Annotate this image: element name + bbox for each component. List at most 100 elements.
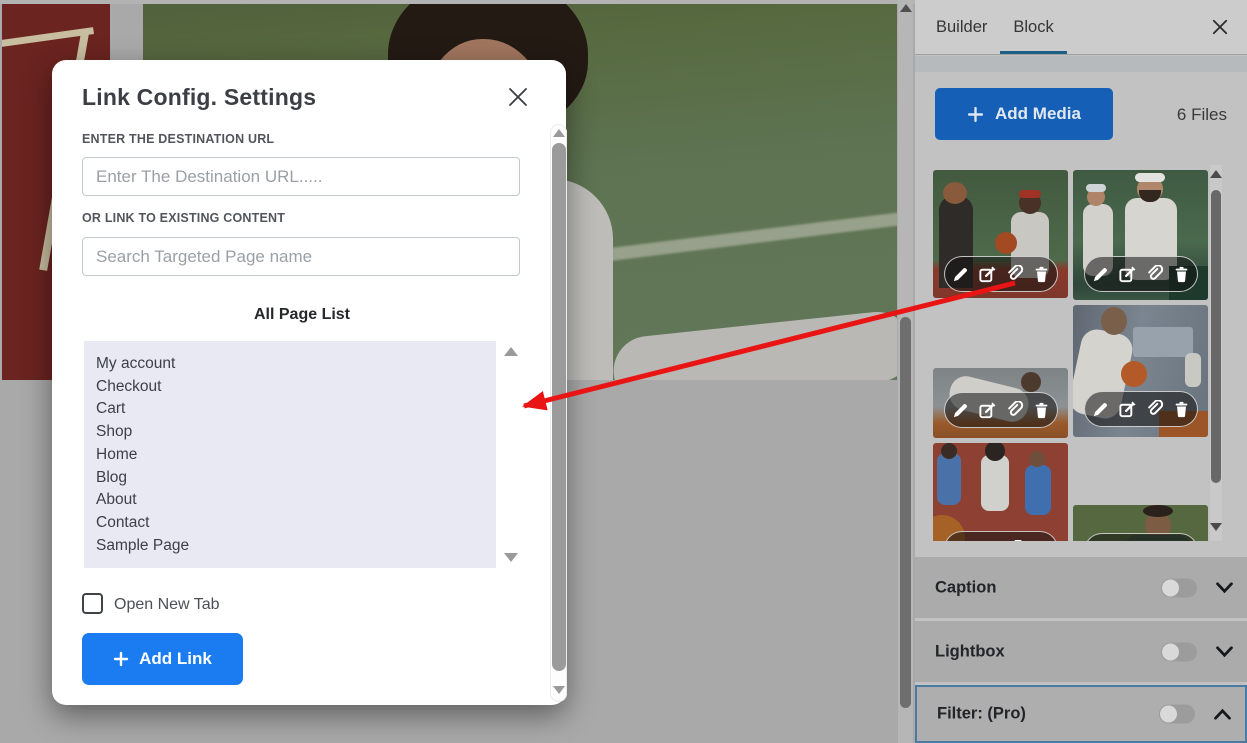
list-scroll-up-icon[interactable] <box>504 347 518 356</box>
sidebar-close-icon[interactable] <box>1212 19 1228 35</box>
open-new-tab-checkbox[interactable] <box>82 593 103 614</box>
edit-document-icon[interactable] <box>1118 400 1137 419</box>
pencil-icon[interactable] <box>1091 400 1110 419</box>
trash-icon[interactable] <box>1032 540 1051 542</box>
trash-icon[interactable] <box>1172 400 1191 419</box>
chevron-down-icon[interactable] <box>1215 645 1234 658</box>
player-head <box>1029 451 1045 467</box>
sidebar-body: Add Media 6 Files <box>915 72 1247 743</box>
media-thumb-tennis-players[interactable] <box>1073 170 1208 300</box>
media-thumb-table-tennis-woman[interactable] <box>933 368 1068 438</box>
white-cap <box>1086 184 1106 192</box>
link-icon[interactable] <box>1005 540 1024 542</box>
page-scrollbar-thumb[interactable] <box>900 317 911 708</box>
second-player-arm <box>610 309 897 380</box>
media-thumb-group-red-court[interactable] <box>933 443 1068 541</box>
pencil-icon[interactable] <box>1091 265 1110 284</box>
scroll-up-icon[interactable] <box>1210 170 1222 178</box>
link-icon[interactable] <box>1005 401 1024 420</box>
page-list-item[interactable]: My account <box>96 353 496 376</box>
window <box>1133 327 1193 357</box>
red-bandana <box>1019 190 1041 198</box>
page-list-item[interactable]: Shop <box>96 421 496 444</box>
modal-scrollbar[interactable] <box>550 124 567 702</box>
pencil-icon[interactable] <box>951 540 970 542</box>
media-actions-pill <box>944 531 1058 541</box>
trash-icon[interactable] <box>1032 401 1051 420</box>
far-player <box>1185 353 1201 387</box>
trash-icon[interactable] <box>1032 265 1051 284</box>
page: Builder Block Add Media 6 Files <box>0 0 1247 743</box>
page-list-item[interactable]: Contact <box>96 512 496 535</box>
all-page-list-title: All Page List <box>52 306 552 324</box>
media-thumb-woman-green-wall[interactable] <box>1073 505 1208 541</box>
page-list-item[interactable]: Home <box>96 444 496 467</box>
page-list: My account Checkout Cart Shop Home Blog … <box>84 341 496 568</box>
pencil-icon[interactable] <box>951 265 970 284</box>
search-page-input[interactable] <box>82 237 520 276</box>
basketball <box>995 232 1017 254</box>
tab-builder[interactable]: Builder <box>923 0 1000 54</box>
tab-builder-label: Builder <box>936 18 987 37</box>
media-scrollbar[interactable] <box>1210 165 1222 541</box>
scroll-down-icon[interactable] <box>553 686 565 694</box>
link-icon[interactable] <box>1145 400 1164 419</box>
page-list-item[interactable]: Checkout <box>96 376 496 399</box>
lightbox-toggle[interactable] <box>1161 642 1197 661</box>
toggle-knob <box>1162 643 1179 660</box>
page-list-item[interactable]: About <box>96 489 496 512</box>
woman-hair <box>1143 505 1173 517</box>
section-lightbox-label: Lightbox <box>935 642 1005 661</box>
list-scroll-down-icon[interactable] <box>504 553 518 562</box>
trash-icon[interactable] <box>1172 265 1191 284</box>
tab-block-label: Block <box>1013 18 1053 37</box>
modal-close-icon[interactable] <box>508 87 528 107</box>
media-grid <box>915 165 1247 541</box>
plus-icon <box>967 106 984 123</box>
existing-content-label: OR LINK TO EXISTING CONTENT <box>82 211 285 225</box>
section-filter-label: Filter: (Pro) <box>937 705 1026 724</box>
edit-document-icon[interactable] <box>978 265 997 284</box>
destination-url-input[interactable] <box>82 157 520 196</box>
media-actions-pill <box>1084 533 1198 541</box>
chevron-up-icon[interactable] <box>1213 708 1232 721</box>
edit-document-icon[interactable] <box>1118 265 1137 284</box>
chevron-down-icon[interactable] <box>1215 581 1234 594</box>
filter-toggle[interactable] <box>1159 705 1195 724</box>
paddle <box>1121 361 1147 387</box>
link-icon[interactable] <box>1005 265 1024 284</box>
section-caption-label: Caption <box>935 578 996 597</box>
player-head <box>941 443 957 459</box>
sidebar-header: Builder Block <box>915 0 1247 55</box>
link-config-modal: Link Config. Settings ENTER THE DESTINAT… <box>52 60 566 705</box>
link-icon[interactable] <box>1145 265 1164 284</box>
edit-document-icon[interactable] <box>978 401 997 420</box>
modal-scrollbar-thumb[interactable] <box>552 143 566 671</box>
page-list-item[interactable]: Sample Page <box>96 535 496 558</box>
player-head <box>1101 307 1127 335</box>
toggle-knob <box>1162 579 1179 596</box>
media-thumb-table-tennis-match[interactable] <box>1073 305 1208 437</box>
white-visor <box>1135 173 1165 182</box>
page-list-item[interactable]: Blog <box>96 467 496 490</box>
media-thumb-basketball-players[interactable] <box>933 170 1068 298</box>
add-media-label: Add Media <box>995 104 1081 124</box>
section-filter-pro[interactable]: Filter: (Pro) <box>915 685 1247 743</box>
section-caption[interactable]: Caption <box>915 557 1247 618</box>
page-scrollbar[interactable] <box>898 0 913 743</box>
sidebar-divider-strip <box>915 56 1247 72</box>
caption-toggle[interactable] <box>1161 578 1197 597</box>
toggle-knob <box>1160 706 1177 723</box>
scroll-up-icon[interactable] <box>553 129 565 137</box>
scroll-up-icon[interactable] <box>900 4 912 12</box>
add-link-button[interactable]: Add Link <box>82 633 243 685</box>
player-silhouette <box>1025 465 1051 515</box>
media-scrollbar-thumb[interactable] <box>1211 190 1221 483</box>
page-list-item[interactable]: Cart <box>96 398 496 421</box>
pencil-icon[interactable] <box>951 401 970 420</box>
section-lightbox[interactable]: Lightbox <box>915 621 1247 682</box>
tab-block[interactable]: Block <box>1000 0 1066 54</box>
scroll-down-icon[interactable] <box>1210 523 1222 531</box>
edit-document-icon[interactable] <box>978 540 997 542</box>
add-media-button[interactable]: Add Media <box>935 88 1113 140</box>
